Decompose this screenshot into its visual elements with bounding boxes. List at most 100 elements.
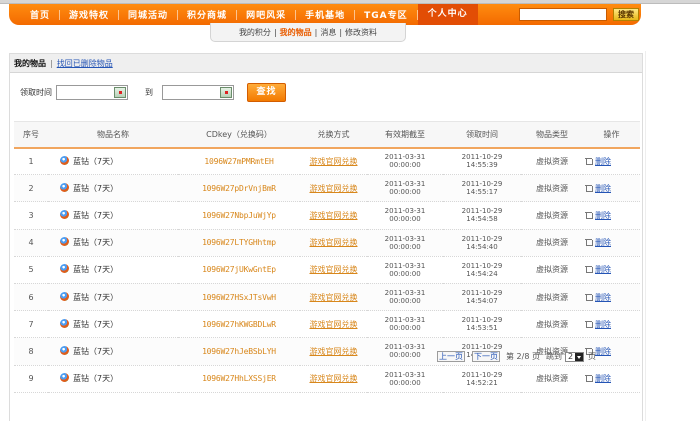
expiry-date: 2011-03-31: [384, 343, 426, 352]
start-date-input[interactable]: [56, 84, 128, 100]
nav-mobile-base[interactable]: 手机基地: [296, 8, 354, 21]
trash-icon: [585, 293, 593, 301]
trash-icon: [585, 265, 593, 274]
blue-diamond-icon: [60, 318, 69, 328]
items-tabbar: 我的物品 | 找回已删除物品: [10, 54, 642, 73]
claim-time: 14:54:24: [466, 269, 498, 278]
claim-cell: 2011-10-29 14:55:17: [443, 174, 521, 203]
item-name-cell: 蓝钻（7天）: [48, 147, 178, 176]
action-cell: 删除: [583, 147, 640, 176]
nav-local-events[interactable]: 同城活动: [119, 8, 177, 21]
trash-icon: [585, 157, 593, 165]
nav-personal-center[interactable]: 个人中心: [417, 4, 478, 25]
delete-link[interactable]: 删除: [595, 238, 611, 247]
items-panel: 我的物品 | 找回已删除物品 领取时间 到 查找 序号 物品名称 CDkey（兑…: [9, 53, 643, 421]
column-claim-time: 领取时间: [443, 121, 521, 149]
redeem-link[interactable]: 游戏官网兑换: [310, 374, 358, 383]
row-number: 7: [14, 310, 48, 339]
redeem-link[interactable]: 游戏官网兑换: [310, 347, 358, 356]
expiry-time: 00:00:00: [389, 324, 421, 333]
claim-date: 2011-10-29: [461, 207, 503, 216]
row-number: 3: [14, 201, 48, 230]
cdkey: 1096W27LTYGHhtmp: [178, 229, 300, 257]
nav-tga-zone[interactable]: TGA专区: [355, 8, 417, 21]
redeem-link[interactable]: 游戏官网兑换: [310, 293, 358, 302]
column-number: 序号: [14, 121, 48, 149]
subnav-messages[interactable]: 消息: [317, 27, 339, 38]
expiry-cell: 2011-03-31 00:00:00: [367, 256, 443, 284]
end-date-input[interactable]: [162, 84, 234, 100]
next-page-button[interactable]: 下一页: [472, 351, 500, 362]
delete-link[interactable]: 删除: [595, 265, 611, 274]
row-number: 6: [14, 283, 48, 312]
restore-deleted-items-link[interactable]: 找回已删除物品: [57, 58, 113, 69]
previous-page-button[interactable]: 上一页: [437, 351, 465, 362]
page-select[interactable]: 2: [564, 351, 584, 362]
claim-time: 14:52:21: [466, 378, 498, 387]
tab-my-items[interactable]: 我的物品: [14, 58, 46, 69]
item-name: 蓝钻（7天）: [73, 346, 119, 356]
delete-link[interactable]: 删除: [595, 347, 611, 356]
blue-diamond-icon: [60, 373, 69, 383]
delete-link[interactable]: 删除: [595, 211, 611, 220]
item-name-cell: 蓝钻（7天）: [48, 229, 178, 257]
blue-diamond-icon: [60, 155, 69, 165]
redeem-link[interactable]: 游戏官网兑换: [310, 184, 358, 193]
trash-icon: [585, 184, 593, 192]
delete-link[interactable]: 删除: [595, 293, 611, 302]
redeem-link[interactable]: 游戏官网兑换: [310, 265, 358, 274]
page-indicator: 第 2/8 页: [506, 352, 540, 361]
delete-link[interactable]: 删除: [595, 320, 611, 329]
action-cell: 删除: [583, 174, 640, 203]
trash-icon: [585, 238, 593, 247]
item-name-cell: 蓝钻（7天）: [48, 174, 178, 203]
nav-home[interactable]: 首页: [21, 8, 59, 21]
date-range-to-label: 到: [145, 87, 153, 97]
nav-game-privileges[interactable]: 游戏特权: [60, 8, 118, 21]
expiry-time: 00:00:00: [389, 297, 421, 306]
claim-date: 2011-10-29: [461, 180, 503, 189]
item-name: 蓝钻（7天）: [73, 374, 119, 384]
subnav-my-points[interactable]: 我的积分: [236, 27, 274, 38]
item-name: 蓝钻（7天）: [73, 156, 119, 166]
expiry-time: 00:00:00: [389, 378, 421, 387]
row-number: 1: [14, 147, 48, 176]
calendar-icon[interactable]: [114, 86, 126, 98]
item-name: 蓝钻（7天）: [73, 210, 119, 220]
claim-time: 14:55:39: [466, 161, 498, 170]
claim-time: 14:54:07: [466, 297, 498, 306]
row-number: 2: [14, 174, 48, 203]
find-button[interactable]: 查找: [247, 82, 286, 102]
redeem-link[interactable]: 游戏官网兑换: [310, 320, 358, 329]
tab-separator: |: [50, 58, 53, 68]
redeem-link[interactable]: 游戏官网兑换: [310, 157, 358, 166]
subnav-my-items[interactable]: 我的物品: [277, 27, 315, 38]
table-row: 6 蓝钻（7天） 1096W27HSxJTsVwH 游戏官网兑换 2011-03-31 0…: [14, 283, 640, 312]
cdkey: 1096W27hKWGBDLwR: [178, 310, 300, 339]
delete-link[interactable]: 删除: [595, 184, 611, 193]
expiry-cell: 2011-03-31 00:00:00: [367, 201, 443, 230]
item-name-cell: 蓝钻（7天）: [48, 256, 178, 284]
item-type: 虚拟资源: [521, 365, 583, 393]
claim-date: 2011-10-29: [461, 289, 503, 298]
blue-diamond-icon: [60, 345, 69, 355]
site-search-input[interactable]: [519, 8, 607, 21]
item-name: 蓝钻（7天）: [73, 265, 119, 275]
redeem-link[interactable]: 游戏官网兑换: [310, 238, 358, 247]
item-name-cell: 蓝钻（7天）: [48, 310, 178, 339]
row-number: 9: [14, 365, 48, 393]
redeem-link[interactable]: 游戏官网兑换: [310, 211, 358, 220]
blue-diamond-icon: [60, 264, 69, 274]
item-type: 虚拟资源: [521, 310, 583, 339]
site-search-button[interactable]: 搜索: [613, 8, 639, 21]
nav-points-mall[interactable]: 积分商城: [178, 8, 236, 21]
expiry-time: 00:00:00: [389, 188, 421, 197]
cdkey: 1096W27pDrVnjBmR: [178, 174, 300, 203]
subnav-edit-profile[interactable]: 修改资料: [342, 27, 380, 38]
table-row: 5 蓝钻（7天） 1096W27jUKwGntEp 游戏官网兑换 2011-03-31 0…: [14, 256, 640, 284]
cdkey: 1096W27mPMRmtEH: [178, 147, 300, 176]
delete-link[interactable]: 删除: [595, 374, 611, 383]
calendar-icon[interactable]: [220, 86, 232, 98]
delete-link[interactable]: 删除: [595, 157, 611, 166]
nav-cafe-showcase[interactable]: 网吧风采: [237, 8, 295, 21]
